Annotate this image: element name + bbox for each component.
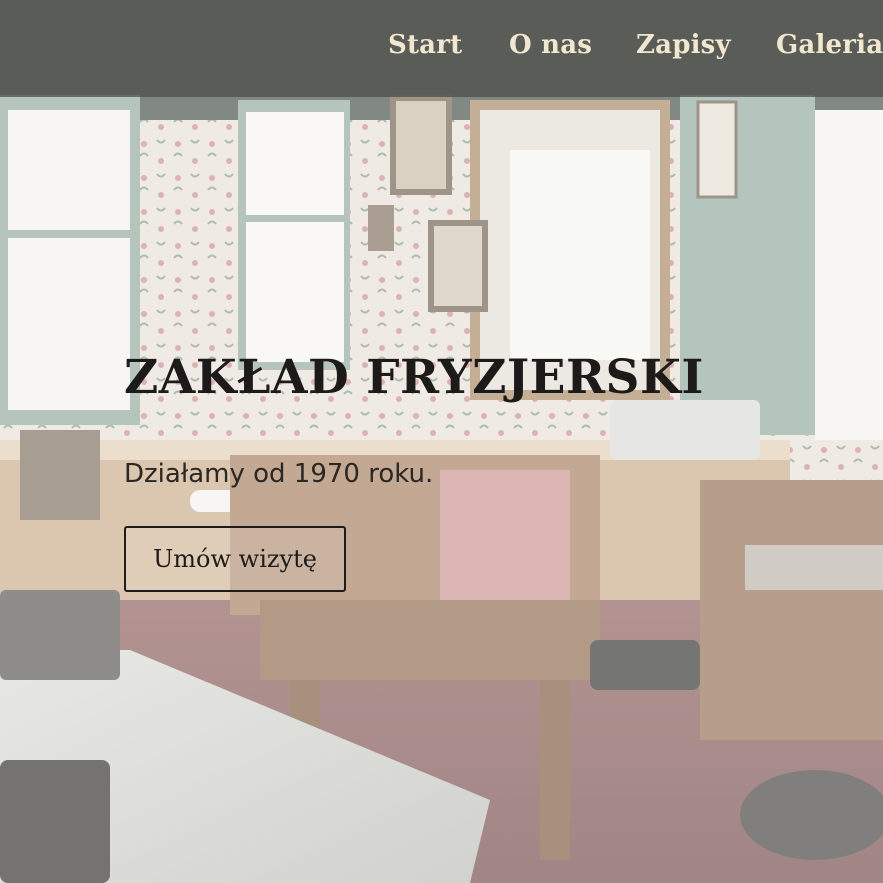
nav-item-zapisy[interactable]: Zapisy — [636, 30, 731, 60]
hero-title: ZAKŁAD FRYZJERSKI — [124, 350, 704, 405]
hero-subtitle: Działamy od 1970 roku. — [124, 459, 434, 489]
nav-item-o-nas[interactable]: O nas — [509, 30, 592, 60]
nav-item-start[interactable]: Start — [388, 30, 462, 60]
top-navigation: Start O nas Zapisy Galeria — [0, 0, 883, 97]
hero-overlay — [0, 0, 883, 883]
book-visit-button[interactable]: Umów wizytę — [124, 526, 346, 592]
hero-background — [0, 0, 883, 883]
nav-item-galeria[interactable]: Galeria — [776, 30, 883, 60]
